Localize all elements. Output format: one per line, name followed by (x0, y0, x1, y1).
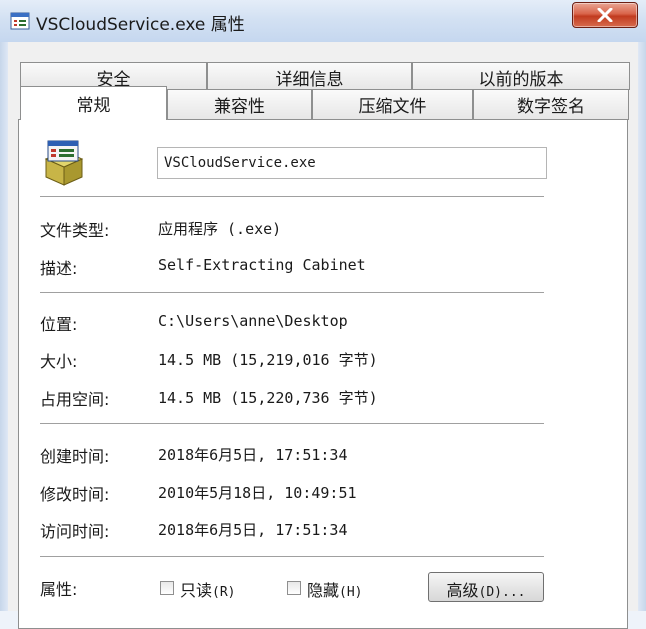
title-bar: VSCloudService.exe 属性 (0, 0, 646, 43)
close-icon (597, 8, 613, 22)
created-label: 创建时间: (40, 447, 110, 466)
tab-archive[interactable]: 压缩文件 (312, 89, 473, 120)
separator (40, 423, 544, 425)
disk-size-label: 占用空间: (40, 390, 110, 409)
properties-icon (10, 12, 30, 34)
readonly-checkbox[interactable] (160, 581, 174, 595)
attributes-label: 属性: (40, 580, 78, 599)
application-icon (38, 137, 88, 191)
created-value: 2018年6月5日, 17:51:34 (158, 446, 348, 464)
disk-size-value: 14.5 MB (15,220,736 字节) (158, 389, 378, 407)
readonly-option[interactable]: 只读(R) (180, 577, 236, 601)
readonly-accelerator: (R) (212, 585, 236, 600)
modified-label: 修改时间: (40, 485, 110, 504)
hidden-option[interactable]: 隐藏(H) (307, 577, 363, 601)
advanced-accelerator: (D)... (478, 585, 526, 600)
readonly-label: 只读 (180, 581, 213, 600)
type-label: 文件类型: (40, 221, 110, 240)
window-frame-left (0, 42, 8, 611)
hidden-accelerator: (H) (339, 585, 363, 600)
advanced-button[interactable]: 高级(D)... (428, 572, 544, 602)
accessed-value: 2018年6月5日, 17:51:34 (158, 521, 348, 539)
size-value: 14.5 MB (15,219,016 字节) (158, 351, 378, 369)
separator (40, 556, 544, 558)
tab-general[interactable]: 常规 (20, 86, 167, 120)
hidden-label: 隐藏 (307, 581, 340, 600)
tab-previous-versions[interactable]: 以前的版本 (412, 62, 630, 90)
filename-input[interactable]: VSCloudService.exe (157, 147, 547, 179)
tab-compatibility[interactable]: 兼容性 (167, 89, 312, 120)
type-value: 应用程序 (.exe) (158, 220, 282, 238)
modified-value: 2010年5月18日, 10:49:51 (158, 484, 357, 502)
separator (40, 292, 544, 294)
size-label: 大小: (40, 352, 78, 371)
description-label: 描述: (40, 259, 78, 278)
description-value: Self-Extracting Cabinet (158, 256, 366, 274)
location-label: 位置: (40, 315, 78, 334)
window-frame-right (638, 42, 646, 611)
advanced-label: 高级 (446, 581, 479, 600)
window-title: VSCloudService.exe 属性 (36, 15, 245, 35)
separator (40, 196, 544, 198)
accessed-label: 访问时间: (40, 522, 110, 541)
location-value: C:\Users\anne\Desktop (158, 312, 348, 330)
close-button[interactable] (572, 2, 638, 28)
hidden-checkbox[interactable] (287, 581, 301, 595)
tab-details[interactable]: 详细信息 (207, 62, 412, 90)
tab-digital-signatures[interactable]: 数字签名 (473, 89, 629, 120)
